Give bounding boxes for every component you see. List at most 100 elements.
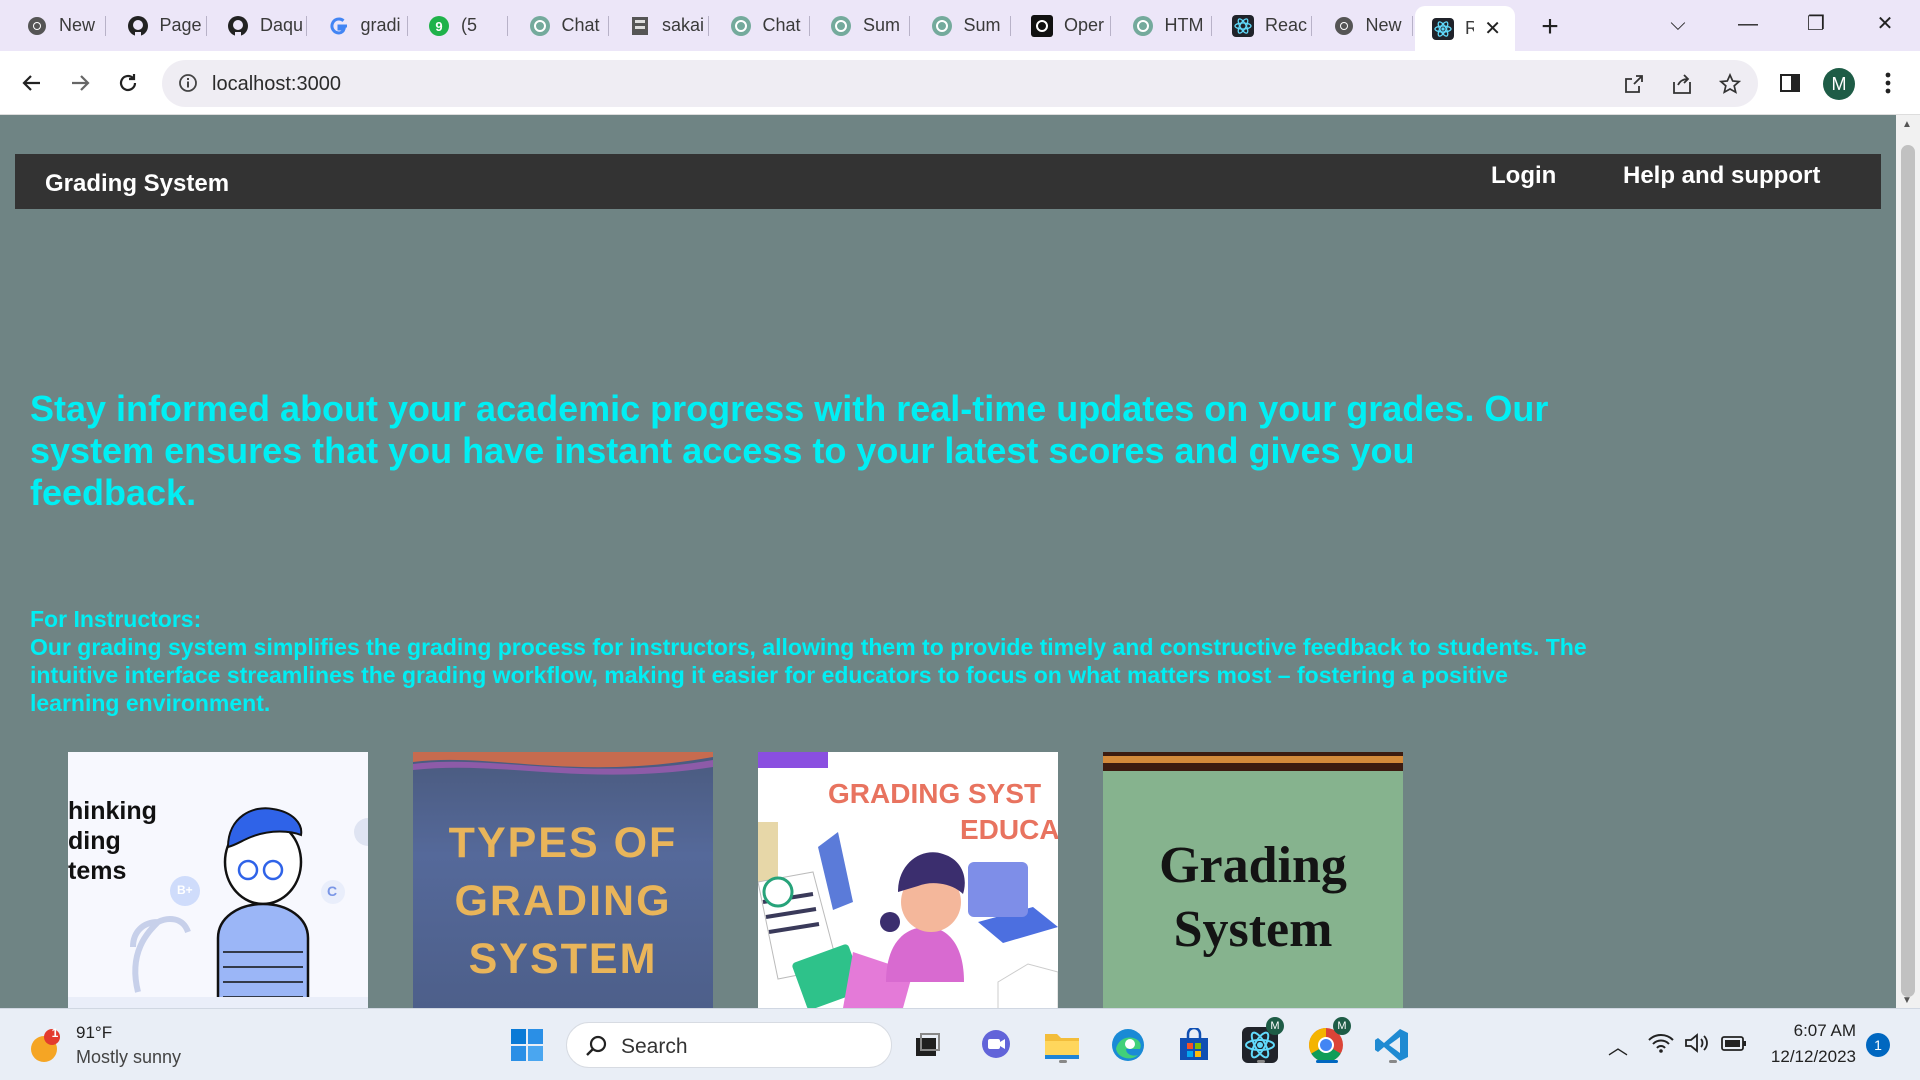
back-arrow-icon: [22, 75, 40, 91]
google-icon: [327, 14, 351, 38]
image-card-types: TYPES OF GRADING SYSTEM: [413, 752, 713, 1008]
browser-tab[interactable]: Daqu: [210, 7, 307, 44]
svg-text:9: 9: [435, 19, 442, 34]
tab-title: Daqu: [260, 15, 302, 35]
new-tab-button[interactable]: +: [1535, 10, 1565, 44]
tab-title: (5: [461, 15, 478, 35]
clock-time[interactable]: 6:07 AM: [1766, 1021, 1856, 1041]
volume-icon[interactable]: [1684, 1032, 1710, 1059]
browser-tab[interactable]: New: [9, 7, 106, 44]
tab-separator: [205, 16, 207, 36]
chrome-button[interactable]: M: [1304, 1017, 1351, 1067]
girl-studying-illustration: [758, 822, 1058, 1008]
chrome-icon: [25, 14, 49, 38]
tab-search-icon[interactable]: ⌵: [1650, 6, 1706, 42]
site-brand[interactable]: Grading System: [45, 170, 229, 198]
search-label: Search: [621, 1035, 688, 1058]
reload-button[interactable]: [110, 65, 146, 101]
forward-button[interactable]: [62, 65, 98, 101]
github-icon: [126, 14, 150, 38]
minimize-button[interactable]: —: [1720, 6, 1776, 42]
side-panel-button[interactable]: [1772, 65, 1808, 101]
card-text-line: SYSTEM: [468, 935, 658, 983]
weather-widget[interactable]: 1: [28, 1026, 64, 1065]
microsoft-store-button[interactable]: [1172, 1023, 1216, 1067]
openai-icon: [1030, 14, 1054, 38]
address-bar[interactable]: localhost:3000: [162, 60, 1758, 107]
browser-tab[interactable]: Chat: [713, 7, 810, 44]
clock-date[interactable]: 12/12/2023: [1766, 1047, 1856, 1067]
running-indicator: [1257, 1060, 1265, 1063]
weather-description[interactable]: Mostly sunny: [76, 1047, 181, 1068]
info-icon[interactable]: [178, 73, 198, 98]
notification-badge[interactable]: 1: [1866, 1033, 1890, 1057]
tab-title: Chat: [762, 15, 801, 35]
image-card-education: GRADING SYST EDUCA: [758, 752, 1058, 1008]
weather-badge: 1: [51, 1026, 59, 1040]
vertical-scrollbar[interactable]: ▲ ▼: [1896, 115, 1920, 1008]
image-card-thinking: hinking ding tems B+ C: [68, 752, 368, 1008]
profile-avatar[interactable]: M: [1823, 68, 1855, 100]
reload-icon: [119, 74, 137, 92]
browser-tab[interactable]: Oper: [1014, 7, 1111, 44]
chatgpt-icon: [1131, 14, 1155, 38]
tab-separator: [1009, 16, 1011, 36]
bookmark-star-icon[interactable]: [1718, 72, 1742, 96]
browser-tab[interactable]: Sum: [914, 7, 1011, 44]
tab-separator: [1311, 16, 1312, 36]
vscode-button[interactable]: [1370, 1023, 1414, 1067]
browser-tab[interactable]: gradi: [311, 7, 408, 44]
react-icon: [1231, 14, 1255, 38]
taskbar-search[interactable]: Search: [566, 1022, 892, 1068]
browser-tab[interactable]: New: [1316, 7, 1413, 44]
tab-strip: New Page Daqu gradi 9 (5 Chat sakai Chat Sum Sum Op…: [0, 0, 1920, 51]
show-hidden-icons[interactable]: ︿: [1608, 1031, 1628, 1060]
start-button[interactable]: [505, 1023, 549, 1067]
browser-tab[interactable]: HTM: [1115, 7, 1212, 44]
scroll-thumb[interactable]: [1901, 145, 1915, 997]
card-text-line: Grading: [1159, 837, 1347, 894]
help-support-link[interactable]: Help and support: [1623, 162, 1820, 190]
task-view-button[interactable]: [905, 1023, 949, 1067]
close-window-button[interactable]: ✕: [1857, 6, 1913, 42]
tab-separator: [507, 16, 508, 36]
tab-separator: [808, 16, 810, 36]
edge-button[interactable]: [1106, 1023, 1150, 1067]
scroll-up-icon[interactable]: ▲: [1902, 119, 1912, 130]
react-devtools-button[interactable]: M: [1238, 1017, 1284, 1067]
tab-title: Sum: [963, 15, 1001, 35]
site-navbar: Grading System Login Help and support: [15, 154, 1881, 209]
restore-button[interactable]: ❐: [1788, 6, 1844, 42]
card-text-line: TYPES OF: [448, 819, 678, 867]
github-icon: [226, 14, 250, 38]
scroll-down-icon[interactable]: ▼: [1902, 995, 1912, 1006]
grade-badge: B+: [177, 883, 193, 897]
card-text-line: System: [1173, 901, 1333, 958]
browser-tab[interactable]: Sum: [813, 7, 910, 44]
battery-icon[interactable]: [1720, 1033, 1748, 1058]
instructors-body: Our grading system simplifies the gradin…: [30, 634, 1587, 716]
login-link[interactable]: Login: [1491, 162, 1556, 190]
chrome-icon: [1332, 14, 1356, 38]
hero-text: Stay informed about your academic progre…: [30, 388, 1549, 513]
browser-tab[interactable]: 9 (5: [411, 7, 508, 44]
back-button[interactable]: [14, 65, 50, 101]
browser-tab[interactable]: Reac: [1215, 7, 1312, 44]
tab-title: Chat: [561, 15, 600, 35]
wifi-icon[interactable]: [1648, 1033, 1674, 1058]
image-card-grading: Grading System: [1103, 752, 1403, 1008]
store-icon: [1180, 1028, 1208, 1060]
browser-tab[interactable]: sakai: [612, 7, 709, 44]
browser-tab[interactable]: Page: [110, 7, 207, 44]
tab-active[interactable]: R ✕: [1415, 6, 1515, 51]
open-external-icon[interactable]: [1622, 72, 1646, 96]
active-indicator: [1316, 1060, 1338, 1063]
share-icon[interactable]: [1670, 72, 1694, 96]
close-icon[interactable]: ✕: [1484, 16, 1501, 41]
side-panel-icon: [1780, 74, 1800, 92]
browser-tab[interactable]: Chat: [512, 7, 609, 44]
file-explorer-button[interactable]: [1040, 1023, 1084, 1067]
weather-temperature[interactable]: 91°F: [76, 1023, 112, 1043]
menu-button[interactable]: [1870, 65, 1906, 101]
teams-chat-button[interactable]: [974, 1023, 1018, 1067]
